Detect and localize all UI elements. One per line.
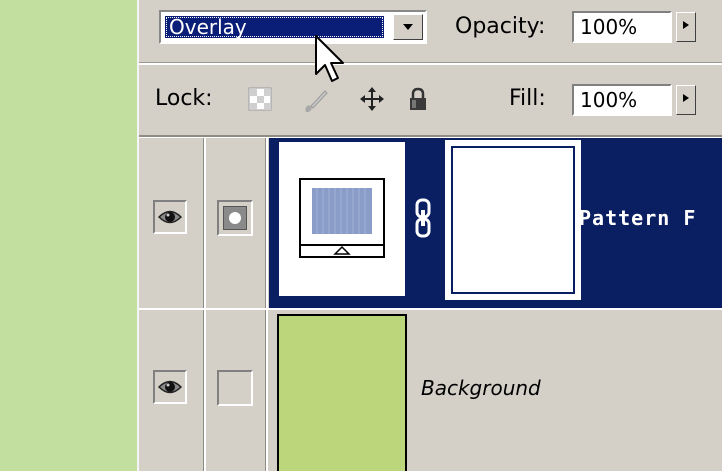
layer-row-background[interactable]: Background	[139, 308, 722, 471]
column-divider	[203, 138, 206, 308]
link-indicator-empty[interactable]	[217, 370, 253, 406]
layer-mask-thumbnail[interactable]	[445, 140, 581, 300]
layers-palette: Overlay Opacity: 100% Lock: Fill: 100% P…	[137, 0, 722, 471]
options-separator	[139, 62, 722, 65]
eye-icon	[157, 380, 183, 394]
fill-label: Fill:	[509, 86, 546, 111]
opacity-input[interactable]: 100%	[572, 11, 672, 43]
blend-mode-value: Overlay	[165, 16, 384, 38]
layers-panel-screenshot: Overlay Opacity: 100% Lock: Fill: 100% P…	[0, 0, 722, 471]
chevron-down-icon[interactable]	[393, 14, 423, 40]
triangle-right-icon[interactable]	[676, 12, 696, 42]
layer-name[interactable]: Pattern F	[579, 206, 696, 230]
visibility-toggle[interactable]	[153, 200, 187, 234]
fill-input[interactable]: 100%	[572, 84, 672, 116]
layer-name[interactable]: Background	[421, 376, 541, 400]
mask-thumbnail-inner	[451, 146, 575, 294]
column-divider	[265, 138, 268, 308]
move-icon[interactable]	[359, 86, 385, 112]
column-divider	[265, 310, 268, 471]
blend-mode-dropdown[interactable]: Overlay	[159, 10, 427, 44]
background-thumbnail[interactable]	[277, 314, 407, 471]
visibility-toggle[interactable]	[153, 370, 187, 404]
column-divider	[203, 310, 206, 471]
pattern-fill-icon[interactable]	[277, 140, 407, 298]
lock-label: Lock:	[155, 86, 213, 111]
layer-row-pattern-fill[interactable]: Pattern F	[139, 138, 722, 308]
blend-options-row: Overlay Opacity: 100%	[139, 0, 722, 60]
triangle-right-icon[interactable]	[676, 85, 696, 115]
layer-mask-indicator[interactable]	[217, 200, 253, 236]
padlock-icon[interactable]	[405, 86, 431, 112]
opacity-label: Opacity:	[455, 14, 546, 39]
mask-indicator-dot	[229, 212, 241, 224]
eye-icon	[157, 210, 183, 224]
chain-link-icon[interactable]	[415, 198, 431, 238]
mouse-pointer-icon	[314, 34, 350, 90]
mask-indicator-frame	[223, 206, 247, 230]
document-canvas[interactable]	[0, 0, 137, 471]
checkerboard-icon[interactable]	[247, 86, 273, 112]
